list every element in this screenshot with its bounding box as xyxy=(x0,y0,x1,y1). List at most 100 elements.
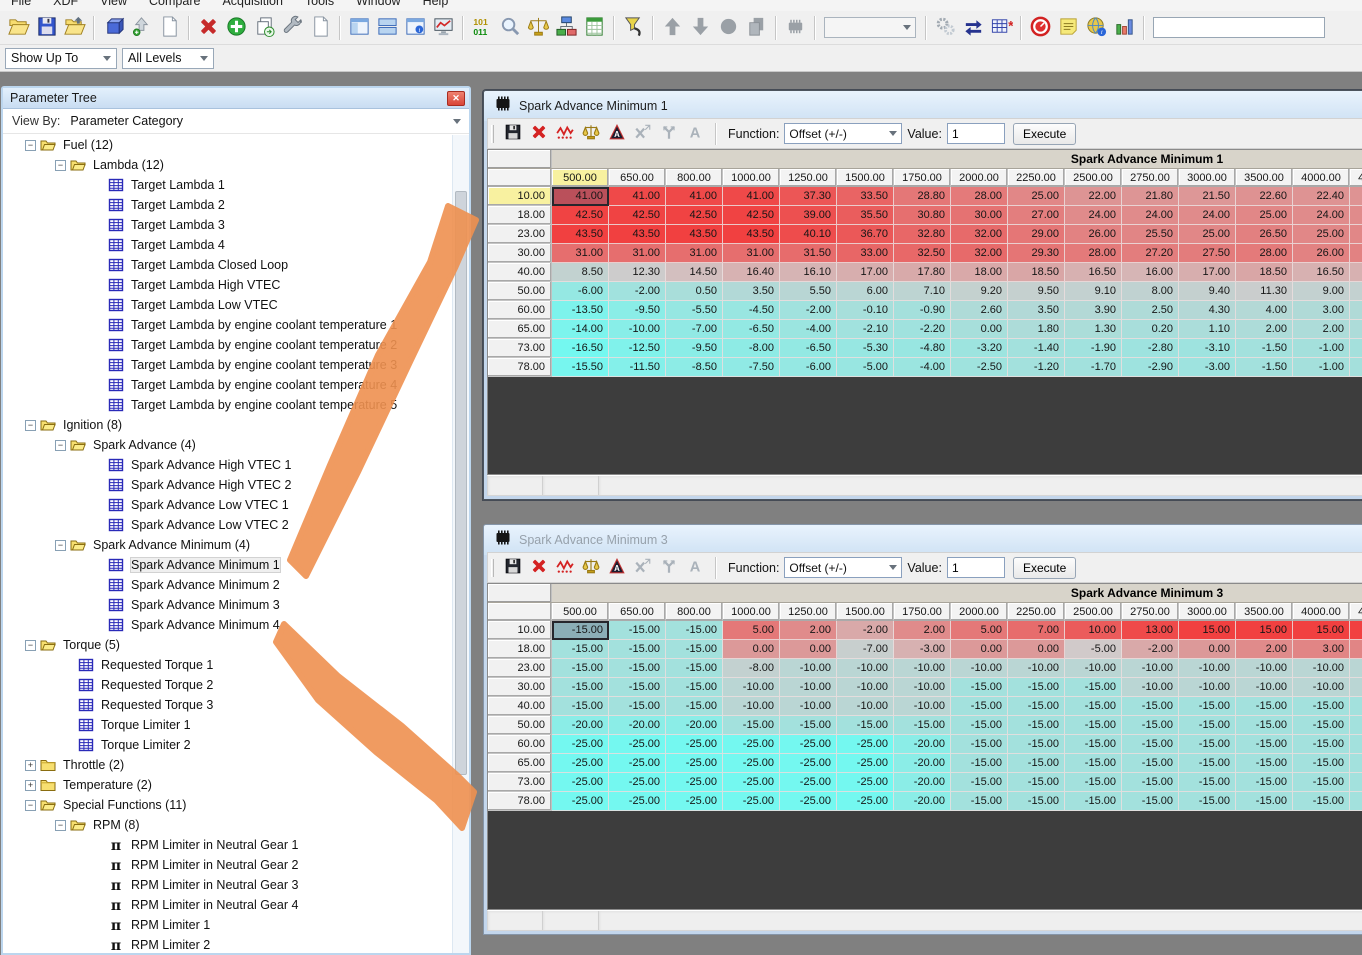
tree-item[interactable]: Spark Advance Low VTEC 1 xyxy=(3,495,452,515)
table-cell[interactable]: 2.00 xyxy=(1293,320,1350,339)
collapse-icon[interactable]: − xyxy=(55,160,66,171)
table-cell[interactable]: -3.00 xyxy=(894,640,951,659)
table-cell[interactable]: -25.00 xyxy=(723,735,780,754)
table-cell[interactable]: -15.00 xyxy=(1065,697,1122,716)
waxis-button[interactable]: A xyxy=(604,121,630,146)
wtrace-button[interactable] xyxy=(552,121,578,146)
table-cell[interactable]: -8.50 xyxy=(666,358,723,377)
table-cell[interactable]: -15.00 xyxy=(1293,697,1350,716)
table-cell[interactable]: -15.00 xyxy=(1008,754,1065,773)
table-cell[interactable]: 28.00 xyxy=(1065,244,1122,263)
table-cell[interactable]: -11.50 xyxy=(609,358,666,377)
table-cell[interactable]: -15.00 xyxy=(951,716,1008,735)
table-cell[interactable]: -15.00 xyxy=(1122,754,1179,773)
column-header[interactable]: 1000.00 xyxy=(723,603,780,621)
table-cell[interactable]: -6.00 xyxy=(780,358,837,377)
column-header[interactable]: 2750.00 xyxy=(1122,603,1179,621)
table-cell[interactable]: 42.50 xyxy=(609,206,666,225)
table-cell[interactable]: -15.00 xyxy=(1179,716,1236,735)
table-cell[interactable]: -15.00 xyxy=(1008,716,1065,735)
table-cell[interactable]: -2.00 xyxy=(837,621,894,640)
table-cell[interactable]: 32.00 xyxy=(951,244,1008,263)
row-header[interactable]: 60.00 xyxy=(488,735,552,754)
table-cell[interactable]: 36.70 xyxy=(837,225,894,244)
row-header[interactable]: 18.00 xyxy=(488,640,552,659)
tree-item[interactable]: −Ignition (8) xyxy=(3,415,452,435)
table-cell[interactable] xyxy=(1350,263,1362,282)
table-cell[interactable]: -15.00 xyxy=(1065,678,1122,697)
table-cell[interactable]: -5.00 xyxy=(837,358,894,377)
table-cell[interactable]: -6.50 xyxy=(780,339,837,358)
wdelete-button[interactable] xyxy=(526,121,552,146)
tree-item[interactable]: Spark Advance Low VTEC 2 xyxy=(3,515,452,535)
toolbar-textbox[interactable] xyxy=(1153,17,1325,38)
table-cell[interactable]: 2.00 xyxy=(780,621,837,640)
column-header[interactable]: 4000.00 xyxy=(1293,169,1350,187)
tree-item[interactable]: πRPM Limiter 1 xyxy=(3,915,452,935)
tree-item[interactable]: πRPM Limiter in Neutral Gear 3 xyxy=(3,875,452,895)
table-cell[interactable]: -15.00 xyxy=(1122,697,1179,716)
table-cell[interactable]: -15.00 xyxy=(1065,792,1122,811)
table-cell[interactable] xyxy=(1350,792,1362,811)
table-cell[interactable]: -25.00 xyxy=(666,792,723,811)
table-cell[interactable]: -20.00 xyxy=(666,716,723,735)
table-cell[interactable]: -25.00 xyxy=(609,792,666,811)
chip-gray-button[interactable] xyxy=(781,14,809,41)
table-cell[interactable]: 1.10 xyxy=(1179,320,1236,339)
table-cell[interactable] xyxy=(1350,301,1362,320)
table-cell[interactable]: -15.00 xyxy=(1008,792,1065,811)
table-cell[interactable]: 22.00 xyxy=(1065,187,1122,206)
table-cell[interactable]: 8.50 xyxy=(552,263,609,282)
table-cell[interactable]: 24.00 xyxy=(1065,206,1122,225)
table-cell[interactable]: -10.00 xyxy=(894,678,951,697)
column-header[interactable]: 2250.00 xyxy=(1008,169,1065,187)
row-header[interactable]: 65.00 xyxy=(488,754,552,773)
tree-item[interactable]: +Temperature (2) xyxy=(3,775,452,795)
row-header[interactable]: 23.00 xyxy=(488,225,552,244)
gauge-button[interactable] xyxy=(1026,14,1054,41)
table-cell[interactable]: 37.30 xyxy=(780,187,837,206)
wscales-button[interactable] xyxy=(578,555,604,580)
table-cell[interactable]: -25.00 xyxy=(552,773,609,792)
table-cell[interactable]: -1.70 xyxy=(1065,358,1122,377)
table-cell[interactable]: 0.20 xyxy=(1122,320,1179,339)
tree-item[interactable]: Target Lambda Closed Loop xyxy=(3,255,452,275)
tree-item[interactable]: Spark Advance Minimum 4 xyxy=(3,615,452,635)
table-cell[interactable]: 9.00 xyxy=(1293,282,1350,301)
column-header[interactable]: 3500.00 xyxy=(1236,603,1293,621)
table-cell[interactable]: -25.00 xyxy=(723,754,780,773)
table-cell[interactable]: 14.50 xyxy=(666,263,723,282)
table-cell[interactable]: -10.00 xyxy=(609,320,666,339)
export-upload-button[interactable] xyxy=(127,14,155,41)
table-cell[interactable]: 6.00 xyxy=(837,282,894,301)
table-cell[interactable]: 39.00 xyxy=(780,206,837,225)
table-cell[interactable]: 43.50 xyxy=(552,225,609,244)
table-cell[interactable]: -25.00 xyxy=(723,773,780,792)
table-cell[interactable]: 17.00 xyxy=(837,263,894,282)
table-cell[interactable]: -7.00 xyxy=(666,320,723,339)
table-cell[interactable]: 16.10 xyxy=(780,263,837,282)
value-input[interactable] xyxy=(947,557,1005,578)
table-cell[interactable]: 29.30 xyxy=(1008,244,1065,263)
table-cell[interactable]: -15.00 xyxy=(1293,735,1350,754)
row-header[interactable]: 50.00 xyxy=(488,282,552,301)
binary-view-button[interactable]: 101011 xyxy=(468,14,496,41)
table-cell[interactable]: 22.60 xyxy=(1236,187,1293,206)
table-cell[interactable]: 3.00 xyxy=(1293,301,1350,320)
toolbar-combobox[interactable] xyxy=(824,17,916,38)
tree-scrollbar[interactable] xyxy=(452,135,469,953)
table-cell[interactable]: -10.00 xyxy=(1008,659,1065,678)
table-cell[interactable]: -15.50 xyxy=(552,358,609,377)
table-cell[interactable]: -3.20 xyxy=(951,339,1008,358)
table-cell[interactable]: 21.50 xyxy=(1179,187,1236,206)
column-header[interactable]: 2500.00 xyxy=(1065,603,1122,621)
tree-item[interactable]: Spark Advance Minimum 3 xyxy=(3,595,452,615)
tree-item[interactable]: Target Lambda by engine coolant temperat… xyxy=(3,395,452,415)
table-cell[interactable]: -10.00 xyxy=(894,659,951,678)
layout-rows-button[interactable] xyxy=(373,14,401,41)
column-header[interactable]: 1750.00 xyxy=(894,603,951,621)
table-cell[interactable]: -15.00 xyxy=(1008,697,1065,716)
table-cell[interactable]: -3.00 xyxy=(1179,358,1236,377)
table-cell[interactable]: -15.00 xyxy=(1236,697,1293,716)
open-bin-button[interactable] xyxy=(60,14,88,41)
